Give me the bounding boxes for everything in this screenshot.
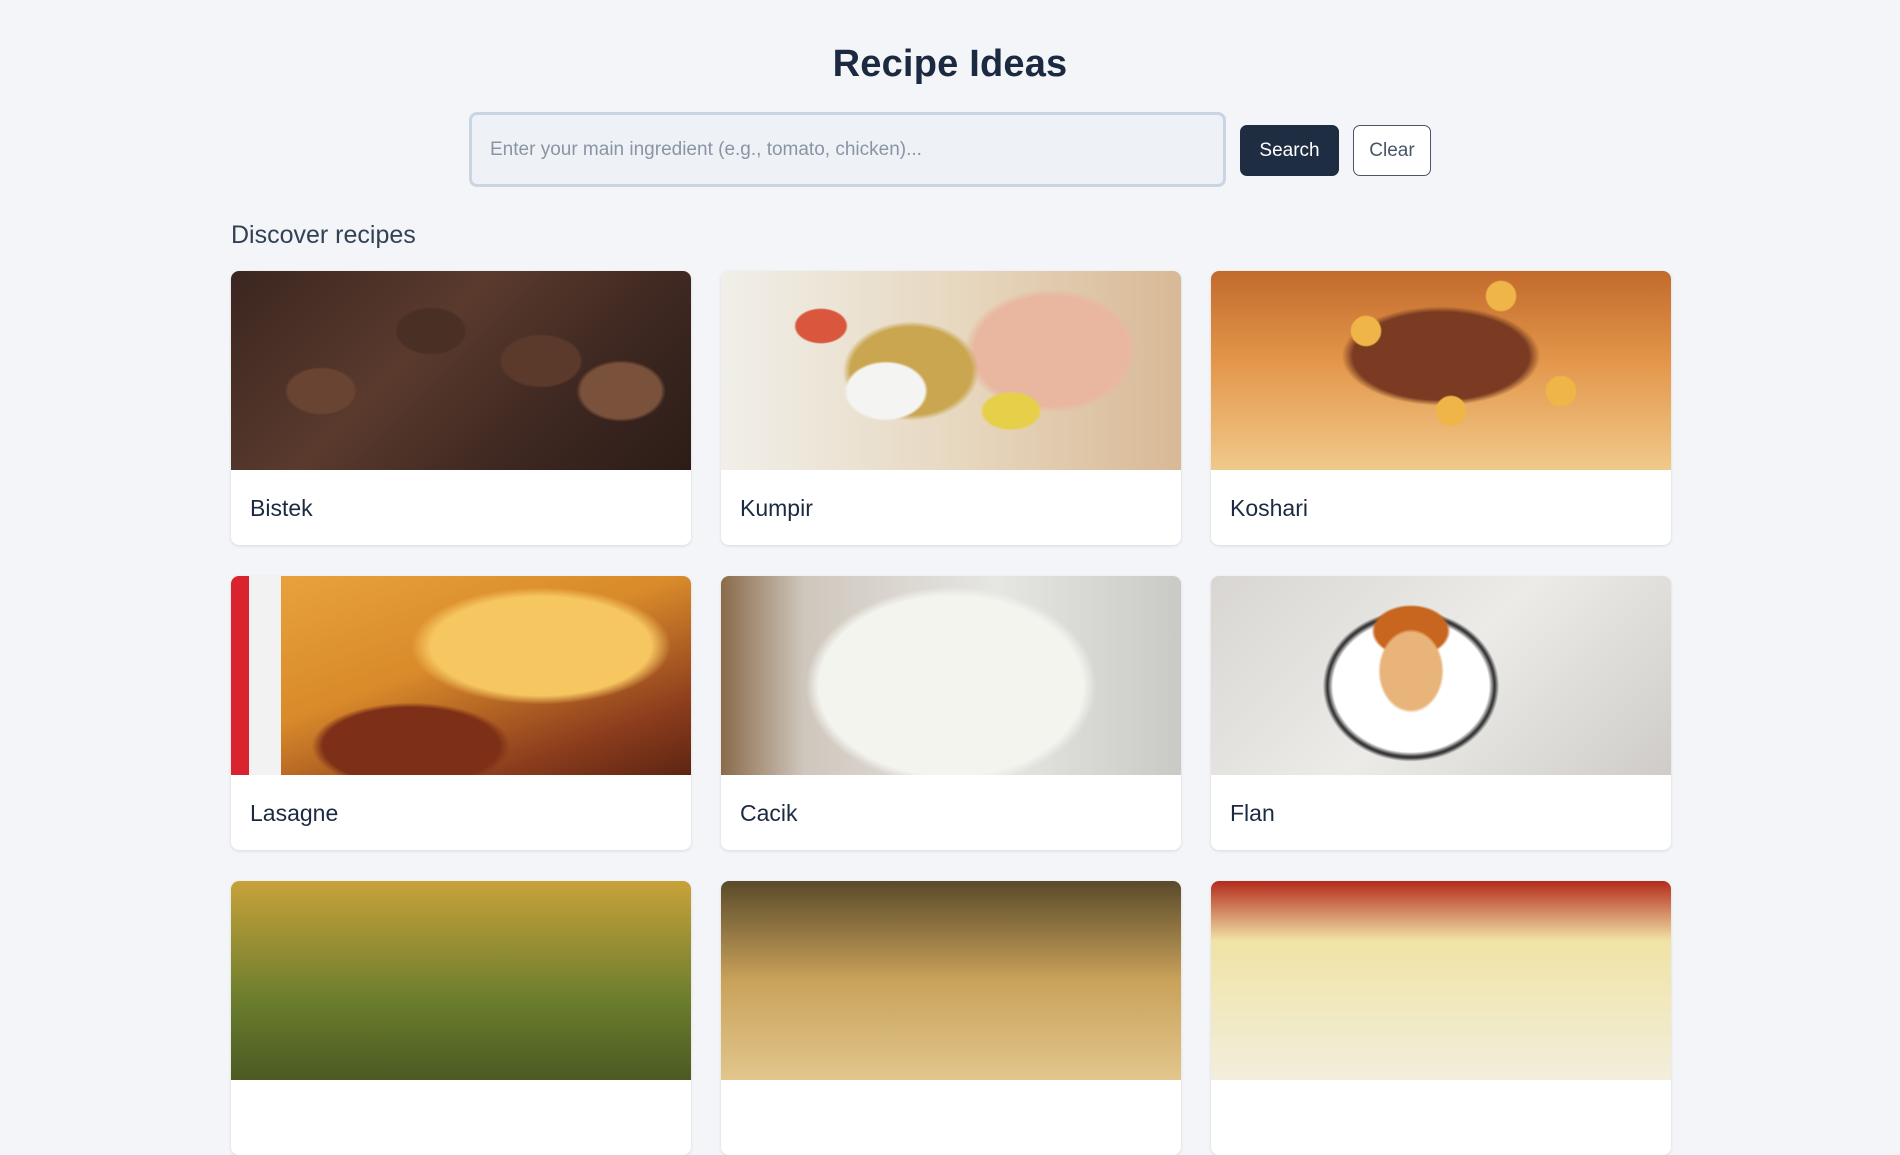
- recipe-card[interactable]: [1211, 881, 1671, 1155]
- recipe-card-koshari[interactable]: Koshari: [1211, 271, 1671, 545]
- recipe-card-bistek[interactable]: Bistek: [231, 271, 691, 545]
- recipe-title: Koshari: [1230, 495, 1308, 521]
- recipe-title: Flan: [1230, 800, 1275, 826]
- recipe-card-kumpir[interactable]: Kumpir: [721, 271, 1181, 545]
- section-title: Discover recipes: [231, 221, 416, 249]
- recipe-image: [231, 881, 691, 1080]
- ingredient-search-input[interactable]: [469, 112, 1226, 187]
- recipe-image: [721, 881, 1181, 1080]
- recipe-card[interactable]: [721, 881, 1181, 1155]
- recipe-image: [721, 576, 1181, 775]
- recipe-image: [1211, 576, 1671, 775]
- recipe-image: [721, 271, 1181, 470]
- search-bar: Search Clear: [469, 112, 1434, 188]
- recipe-image: [231, 271, 691, 470]
- recipe-title: Kumpir: [740, 495, 813, 521]
- recipe-image: [1211, 271, 1671, 470]
- recipe-card-lasagne[interactable]: Lasagne: [231, 576, 691, 850]
- recipe-image: [1211, 881, 1671, 1080]
- recipe-card-cacik[interactable]: Cacik: [721, 576, 1181, 850]
- page-title: Recipe Ideas: [832, 43, 1068, 85]
- recipe-title: Lasagne: [250, 800, 339, 826]
- recipe-card[interactable]: [231, 881, 691, 1155]
- clear-button[interactable]: Clear: [1353, 125, 1431, 176]
- search-button[interactable]: Search: [1240, 125, 1339, 176]
- recipe-title: Bistek: [250, 495, 313, 521]
- recipe-card-flan[interactable]: Flan: [1211, 576, 1671, 850]
- recipe-title: Cacik: [740, 800, 798, 826]
- recipe-image: [231, 576, 691, 775]
